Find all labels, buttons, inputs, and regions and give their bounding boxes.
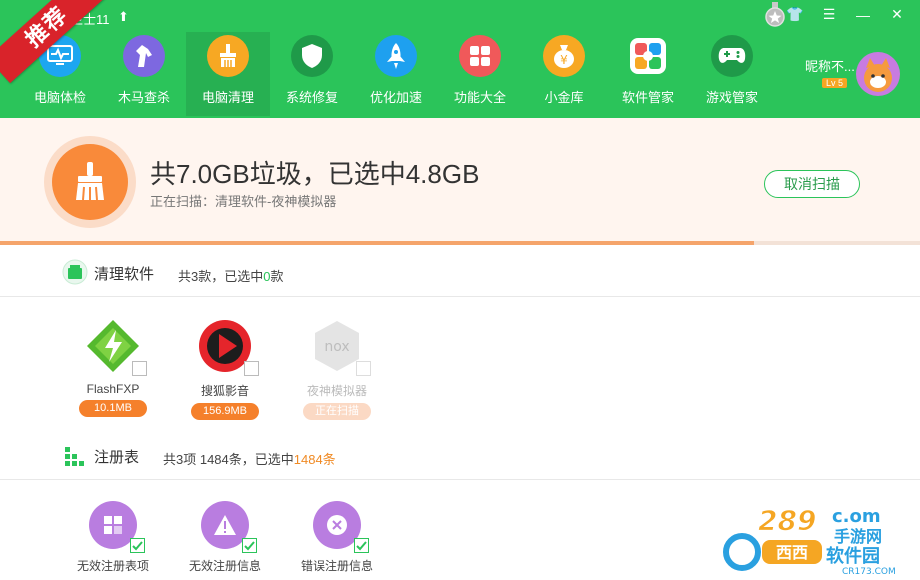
- nav-item-game-manager[interactable]: 游戏管家: [690, 32, 774, 116]
- nav-item-features[interactable]: 功能大全: [438, 32, 522, 116]
- nav-label: 游戏管家: [705, 90, 758, 105]
- grid-icon: [459, 35, 501, 77]
- summary-suffix: 款: [270, 269, 284, 284]
- nav-item-cleanup[interactable]: 电脑清理: [186, 32, 270, 116]
- registry-tile-invalid-info[interactable]: 无效注册信息: [170, 501, 280, 574]
- nav-label: 系统修复: [285, 90, 338, 105]
- registry-item-name: 无效注册表项: [76, 559, 149, 573]
- registry-section-header: 注册表 共3项 1484条，已选中1484条: [0, 430, 920, 480]
- watermark-line3: 手游网: [834, 527, 882, 546]
- software-name: 夜神模拟器: [306, 384, 367, 398]
- software-tile-sohu-video[interactable]: 搜狐影音 156.9MB: [175, 318, 275, 420]
- error-x-icon: [313, 501, 369, 553]
- scan-progress-fill: [0, 241, 755, 245]
- site-watermark-logo: 289 c.om 手游网 西西 软件园 CR173.COM: [723, 504, 896, 575]
- profile-nickname[interactable]: 昵称不...: [805, 56, 855, 75]
- broom-icon: [207, 35, 249, 77]
- select-checkbox: [356, 361, 371, 376]
- warning-icon: [201, 501, 257, 553]
- shield-icon: [291, 35, 333, 77]
- scan-progress-track: [0, 241, 920, 245]
- skin-icon[interactable]: 👕: [786, 6, 804, 23]
- nox-icon: nox: [309, 318, 371, 376]
- software-manager-icon: [630, 38, 666, 74]
- nav-label: 电脑体检: [33, 90, 86, 105]
- svg-text:nox: nox: [324, 339, 349, 355]
- nav-label: 软件管家: [621, 90, 674, 105]
- registry-item-name: 无效注册信息: [188, 559, 261, 573]
- select-checkbox[interactable]: [132, 361, 147, 376]
- nav-label: 功能大全: [453, 90, 506, 105]
- software-tile-flashfxp[interactable]: FlashFXP 10.1MB: [63, 318, 163, 417]
- watermark-line4: 软件园: [826, 545, 880, 567]
- trojan-horse-icon: [123, 35, 165, 77]
- avatar[interactable]: [856, 52, 900, 96]
- software-scan-status: 正在扫描: [303, 403, 371, 420]
- svg-text:西西: 西西: [776, 543, 808, 562]
- software-tile-nox: nox 夜神模拟器 正在扫描: [287, 318, 387, 420]
- money-bag-icon: ¥: [543, 35, 585, 77]
- level-badge: Lv 5: [822, 78, 848, 88]
- software-section-header: 清理软件 共3款，已选中0款: [0, 247, 920, 297]
- top-header: 卫士11 ⬆ 👕 ☰ — ✕ 电脑体检 木马查杀 电脑清理 系统修复 优化加速 …: [0, 0, 920, 118]
- flashfxp-icon: [85, 318, 147, 376]
- summary-prefix: 共3款，已选中: [178, 269, 264, 284]
- nav-label: 优化加速: [369, 90, 422, 105]
- registry-item-name: 错误注册信息: [300, 559, 373, 573]
- summary-count: 1484条: [293, 452, 336, 467]
- scan-status: 正在扫描：清理软件-夜神模拟器: [150, 194, 337, 209]
- sohu-video-icon: [197, 318, 259, 376]
- registry-section-icon: [65, 447, 84, 466]
- select-checkbox[interactable]: [130, 538, 145, 553]
- watermark-line1: 289: [758, 504, 816, 537]
- nav-label: 电脑清理: [201, 90, 254, 105]
- registry-grid-icon: [89, 501, 145, 553]
- upgrade-arrow-icon[interactable]: ⬆: [118, 9, 129, 25]
- scan-banner: 共7.0GB垃圾，已选中4.8GB 正在扫描：清理软件-夜神模拟器 取消扫描: [0, 118, 920, 245]
- main-nav: 电脑体检 木马查杀 电脑清理 系统修复 优化加速 功能大全 ¥ 小金库 软件管家…: [18, 32, 774, 116]
- nav-label: 木马查杀: [117, 90, 170, 105]
- software-section-summary: 共3款，已选中0款: [178, 266, 283, 285]
- cleanup-broom-icon: [52, 144, 128, 220]
- software-size: 10.1MB: [79, 400, 147, 417]
- close-icon[interactable]: ✕: [888, 6, 906, 23]
- svg-text:¥: ¥: [560, 53, 568, 67]
- medal-icon[interactable]: [763, 2, 787, 28]
- registry-section-title: 注册表: [94, 449, 140, 466]
- software-name: FlashFXP: [86, 382, 140, 396]
- cancel-scan-button[interactable]: 取消扫描: [764, 170, 860, 198]
- nav-label: 小金库: [544, 90, 584, 105]
- nav-item-trojan[interactable]: 木马查杀: [102, 32, 186, 116]
- menu-icon[interactable]: ☰: [820, 6, 838, 23]
- select-checkbox[interactable]: [354, 538, 369, 553]
- software-section-icon: [62, 259, 88, 285]
- software-size: 156.9MB: [191, 403, 259, 420]
- software-section-title: 清理软件: [94, 266, 155, 283]
- gamepad-icon: [711, 35, 753, 77]
- scan-headline: 共7.0GB垃圾，已选中4.8GB: [150, 159, 480, 189]
- nav-item-speedup[interactable]: 优化加速: [354, 32, 438, 116]
- watermark-line2: c.om: [832, 506, 881, 527]
- watermark-url: CR173.COM: [842, 567, 896, 575]
- software-name: 搜狐影音: [200, 384, 249, 398]
- select-checkbox[interactable]: [244, 361, 259, 376]
- minimize-icon[interactable]: —: [854, 7, 872, 23]
- rocket-icon: [375, 35, 417, 77]
- registry-tile-invalid-keys[interactable]: 无效注册表项: [58, 501, 168, 574]
- nav-item-software-manager[interactable]: 软件管家: [606, 32, 690, 116]
- nav-item-vault[interactable]: ¥ 小金库: [522, 32, 606, 116]
- registry-section-summary: 共3项 1484条，已选中1484条: [163, 449, 336, 468]
- summary-prefix: 共3项 1484条，已选中: [163, 452, 294, 467]
- registry-tile-error-info[interactable]: 错误注册信息: [282, 501, 392, 574]
- nav-item-repair[interactable]: 系统修复: [270, 32, 354, 116]
- select-checkbox[interactable]: [242, 538, 257, 553]
